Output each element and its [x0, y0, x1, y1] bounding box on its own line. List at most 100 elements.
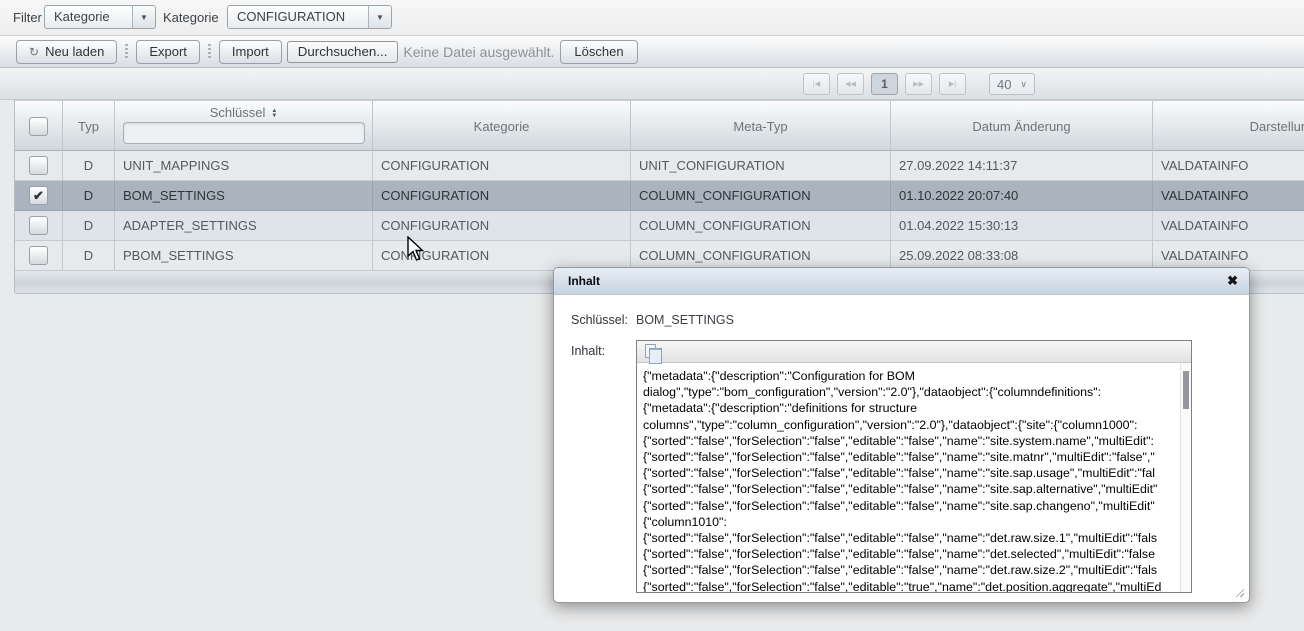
content-line: {"sorted":"false","forSelection":"false"…	[643, 562, 1180, 578]
page-size-value: 40	[997, 77, 1011, 92]
cell-darstellung: VALDATAINFO	[1153, 181, 1304, 210]
cell-darstellung: VALDATAINFO	[1153, 211, 1304, 240]
last-page-button[interactable]: ▶|	[939, 73, 966, 95]
filter-label: Filter	[13, 6, 42, 30]
schluessel-field-value: BOM_SETTINGS	[636, 313, 734, 327]
content-line: dialog","type":"bom_configuration","vers…	[643, 384, 1180, 400]
content-editor[interactable]: {"metadata":{"description":"Configuratio…	[636, 340, 1192, 593]
filter-dropdown[interactable]: Kategorie ▼	[44, 5, 156, 29]
cell-meta-typ: COLUMN_CONFIGURATION	[631, 241, 891, 270]
content-line: {"sorted":"false","forSelection":"false"…	[643, 449, 1180, 465]
cell-schluessel: ADAPTER_SETTINGS	[115, 211, 373, 240]
category-dropdown[interactable]: CONFIGURATION ▼	[227, 5, 392, 29]
dialog-titlebar[interactable]: Inhalt ✖	[554, 268, 1249, 295]
chevron-down-icon[interactable]: ▼	[368, 6, 391, 28]
toolbar-separator	[125, 44, 128, 60]
row-checkbox[interactable]	[29, 216, 48, 235]
inhalt-field-label: Inhalt:	[571, 344, 605, 358]
close-icon[interactable]: ✖	[1227, 273, 1238, 289]
chevron-down-icon: ∨	[1020, 79, 1027, 90]
content-line: {"metadata":{"description":"definitions …	[643, 400, 1180, 416]
content-scrollbar[interactable]	[1180, 363, 1191, 592]
content-line: {"sorted":"false","forSelection":"false"…	[643, 579, 1180, 592]
cell-typ: D	[63, 241, 115, 270]
reload-button-label: Neu laden	[45, 44, 104, 59]
previous-page-button[interactable]: ◀◀	[837, 73, 864, 95]
check-icon: ✔	[33, 181, 44, 210]
category-dropdown-value: CONFIGURATION	[228, 6, 368, 28]
action-toolbar: ↻Neu laden Export Import Durchsuchen... …	[0, 35, 1304, 68]
copy-icon[interactable]	[645, 344, 656, 358]
chevron-down-icon[interactable]: ▼	[132, 6, 155, 28]
cell-kategorie: CONFIGURATION	[373, 181, 631, 210]
filter-dropdown-value: Kategorie	[45, 6, 132, 28]
table-row[interactable]: D ADAPTER_SETTINGS CONFIGURATION COLUMN_…	[14, 211, 1304, 241]
cell-typ: D	[63, 181, 115, 210]
refresh-icon: ↻	[29, 45, 39, 59]
delete-button[interactable]: Löschen	[560, 40, 637, 64]
cell-darstellung: VALDATAINFO	[1153, 241, 1304, 270]
header-typ[interactable]: Typ	[63, 101, 115, 151]
cell-datum: 25.09.2022 08:33:08	[891, 241, 1153, 270]
first-page-button[interactable]: |◀	[803, 73, 830, 95]
cell-typ: D	[63, 211, 115, 240]
cell-datum: 27.09.2022 14:11:37	[891, 151, 1153, 180]
row-checkbox[interactable]	[29, 246, 48, 265]
toolbar-separator	[208, 44, 211, 60]
first-page-icon: |◀	[813, 80, 820, 88]
header-darstellung[interactable]: Darstellung	[1153, 101, 1304, 151]
header-schluessel[interactable]: Schlüssel▲▼	[115, 101, 373, 151]
row-checkbox[interactable]	[29, 156, 48, 175]
browse-file-button[interactable]: Durchsuchen...	[287, 41, 399, 63]
content-line: {"sorted":"false","forSelection":"false"…	[643, 498, 1180, 514]
row-checkbox-checked[interactable]: ✔	[29, 186, 48, 205]
content-editor-toolbar	[637, 341, 1191, 363]
table-row-selected[interactable]: ✔ D BOM_SETTINGS CONFIGURATION COLUMN_CO…	[14, 181, 1304, 211]
content-line: columns","type":"column_configuration","…	[643, 417, 1180, 433]
content-line: {"sorted":"false","forSelection":"false"…	[643, 530, 1180, 546]
cell-darstellung: VALDATAINFO	[1153, 151, 1304, 180]
filter-bar: Filter Kategorie ▼ Kategorie CONFIGURATI…	[0, 0, 1304, 35]
sort-icon[interactable]: ▲▼	[271, 109, 277, 119]
cell-schluessel: BOM_SETTINGS	[115, 181, 373, 210]
file-status-text: Keine Datei ausgewählt.	[403, 44, 554, 60]
cell-typ: D	[63, 151, 115, 180]
table-header-row: Typ Schlüssel▲▼ Kategorie Meta-Typ Datum…	[14, 100, 1304, 151]
export-button[interactable]: Export	[136, 40, 200, 64]
cell-datum: 01.10.2022 20:07:40	[891, 181, 1153, 210]
cell-schluessel: PBOM_SETTINGS	[115, 241, 373, 270]
pagination-bar: |◀ ◀◀ 1 ▶▶ ▶| 40 ∨	[0, 68, 1304, 100]
previous-page-icon: ◀◀	[845, 80, 856, 88]
cell-meta-typ: COLUMN_CONFIGURATION	[631, 211, 891, 240]
next-page-button[interactable]: ▶▶	[905, 73, 932, 95]
inhalt-dialog: Inhalt ✖ Schlüssel: BOM_SETTINGS Inhalt:…	[553, 267, 1250, 603]
cell-meta-typ: UNIT_CONFIGURATION	[631, 151, 891, 180]
import-button[interactable]: Import	[219, 40, 282, 64]
table-row[interactable]: D UNIT_MAPPINGS CONFIGURATION UNIT_CONFI…	[14, 151, 1304, 181]
content-line: {"sorted":"false","forSelection":"false"…	[643, 465, 1180, 481]
content-json-text[interactable]: {"metadata":{"description":"Configuratio…	[637, 363, 1180, 592]
header-datum-aenderung[interactable]: Datum Änderung	[891, 101, 1153, 151]
category-label: Kategorie	[163, 6, 219, 30]
select-all-checkbox[interactable]	[29, 117, 48, 136]
next-page-icon: ▶▶	[913, 80, 924, 88]
content-line: {"column1010":	[643, 514, 1180, 530]
current-page-button[interactable]: 1	[871, 73, 898, 95]
content-line: {"metadata":{"description":"Configuratio…	[643, 368, 1180, 384]
dialog-resize-handle[interactable]	[1233, 586, 1244, 597]
cell-kategorie: CONFIGURATION	[373, 151, 631, 180]
content-line: {"sorted":"false","forSelection":"false"…	[643, 546, 1180, 562]
header-meta-typ[interactable]: Meta-Typ	[631, 101, 891, 151]
reload-button[interactable]: ↻ Neu laden	[16, 40, 117, 64]
content-line: {"sorted":"false","forSelection":"false"…	[643, 433, 1180, 449]
cell-datum: 01.04.2022 15:30:13	[891, 211, 1153, 240]
data-table: Typ Schlüssel▲▼ Kategorie Meta-Typ Datum…	[14, 100, 1304, 294]
cell-kategorie: CONFIGURATION	[373, 241, 631, 270]
last-page-icon: ▶|	[949, 80, 956, 88]
header-kategorie[interactable]: Kategorie	[373, 101, 631, 151]
cell-kategorie: CONFIGURATION	[373, 211, 631, 240]
content-scrollbar-thumb[interactable]	[1183, 371, 1189, 409]
select-all-header-cell	[15, 101, 63, 151]
schluessel-filter-input[interactable]	[123, 122, 365, 144]
page-size-select[interactable]: 40 ∨	[989, 73, 1035, 95]
